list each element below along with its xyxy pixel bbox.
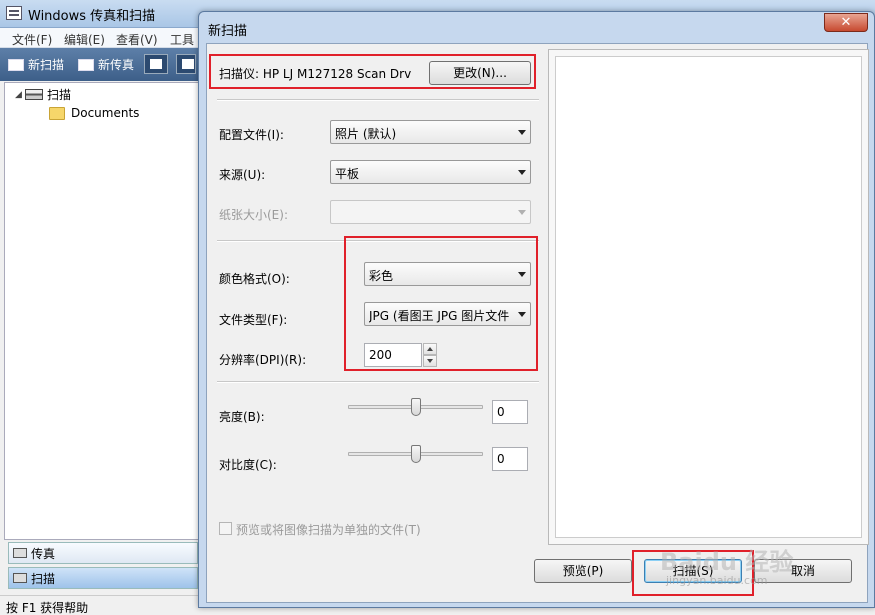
scanner-icon	[25, 89, 43, 100]
folder-tree: ◢ 扫描 Documents	[4, 82, 199, 540]
profile-label: 配置文件(I):	[219, 128, 284, 142]
file-type-select[interactable]: JPG (看图王 JPG 图片文件	[364, 302, 531, 326]
file-type-label: 文件类型(F):	[219, 313, 288, 327]
change-scanner-button[interactable]: 更改(N)...	[429, 61, 531, 85]
new-fax-button[interactable]: 新传真	[78, 56, 134, 73]
new-scan-button[interactable]: 新扫描	[8, 56, 64, 73]
paper-size-select	[330, 200, 531, 224]
new-fax-label: 新传真	[98, 58, 135, 72]
brightness-input[interactable]: 0	[492, 400, 528, 424]
paper-size-label: 纸张大小(E):	[219, 208, 288, 222]
spin-down-icon[interactable]	[423, 355, 437, 367]
tree-item-scan-label: 扫描	[47, 88, 72, 102]
menu-tools[interactable]: 工具	[170, 31, 194, 48]
baidu-watermark: Baidu 经验 jingyan.baidu.com	[640, 540, 840, 600]
resolution-label: 分辨率(DPI)(R):	[219, 353, 307, 367]
source-select[interactable]: 平板	[330, 160, 531, 184]
new-document-icon	[78, 58, 94, 71]
menu-file[interactable]: 文件(F)	[12, 31, 52, 48]
scanner-label: 扫描仪: HP LJ M127128 Scan Drv	[219, 67, 412, 81]
tree-item-documents[interactable]: Documents	[49, 106, 139, 120]
nav-scan-label: 扫描	[31, 571, 56, 586]
color-format-label: 颜色格式(O):	[219, 272, 290, 286]
watermark-main: Baidu 经验	[660, 548, 794, 576]
fax-icon	[13, 548, 27, 558]
preview-button[interactable]: 预览(P)	[534, 559, 632, 583]
color-format-value: 彩色	[369, 269, 394, 283]
new-scan-dialog: 新扫描 ✕ 扫描仪: HP LJ M127128 Scan Drv 更改(N).…	[198, 11, 875, 608]
chevron-down-icon	[518, 170, 526, 175]
dialog-title: 新扫描	[208, 24, 248, 39]
separator	[217, 240, 539, 242]
status-text: 按 F1 获得帮助	[6, 601, 89, 615]
scanner-icon	[13, 573, 27, 583]
watermark-sub: jingyan.baidu.com	[666, 574, 768, 587]
preview-area	[555, 56, 862, 538]
profile-value: 照片 (默认)	[335, 127, 397, 141]
separator	[217, 381, 539, 383]
brightness-slider-thumb[interactable]	[410, 398, 421, 416]
main-window-title: Windows 传真和扫描	[28, 9, 156, 24]
contrast-slider-thumb[interactable]	[410, 445, 421, 463]
profile-select[interactable]: 照片 (默认)	[330, 120, 531, 144]
dialog-titlebar[interactable]: 新扫描 ✕	[199, 12, 874, 42]
file-type-value: JPG (看图王 JPG 图片文件	[369, 309, 510, 323]
close-button[interactable]: ✕	[824, 13, 868, 32]
chevron-down-icon	[518, 130, 526, 135]
source-label: 来源(U):	[219, 168, 266, 182]
chevron-down-icon	[518, 210, 526, 215]
contrast-label: 对比度(C):	[219, 458, 277, 472]
scanner-icon	[8, 58, 24, 71]
folder-icon	[49, 106, 65, 120]
dialog-client: 扫描仪: HP LJ M127128 Scan Drv 更改(N)... 配置文…	[206, 43, 869, 603]
nav-fax-button[interactable]: 传真	[8, 542, 198, 564]
source-value: 平板	[335, 167, 360, 181]
resolution-spinner	[423, 343, 437, 367]
separate-files-label: 预览或将图像扫描为单独的文件(T)	[236, 523, 421, 537]
chevron-down-icon	[518, 272, 526, 277]
preview-pane	[548, 49, 869, 545]
nav-fax-label: 传真	[31, 546, 56, 561]
menu-edit[interactable]: 编辑(E)	[64, 31, 105, 48]
fax-scan-app-icon	[6, 6, 22, 20]
tree-item-documents-label: Documents	[71, 106, 140, 120]
resolution-input[interactable]: 200	[364, 343, 422, 367]
expand-arrow-icon[interactable]: ◢	[15, 90, 25, 100]
tree-item-scan[interactable]: ◢ 扫描	[15, 86, 71, 103]
new-scan-label: 新扫描	[28, 58, 65, 72]
brightness-label: 亮度(B):	[219, 410, 265, 424]
close-icon: ✕	[840, 15, 852, 30]
menu-view[interactable]: 查看(V)	[116, 31, 158, 48]
contrast-input[interactable]: 0	[492, 447, 528, 471]
print-icon[interactable]	[176, 54, 196, 74]
separate-files-checkbox[interactable]	[219, 522, 232, 535]
separator	[217, 99, 539, 101]
chevron-down-icon	[518, 312, 526, 317]
nav-scan-button[interactable]: 扫描	[8, 567, 198, 589]
color-format-select[interactable]: 彩色	[364, 262, 531, 286]
spin-up-icon[interactable]	[423, 343, 437, 355]
view-toggle-icon[interactable]	[144, 54, 168, 74]
